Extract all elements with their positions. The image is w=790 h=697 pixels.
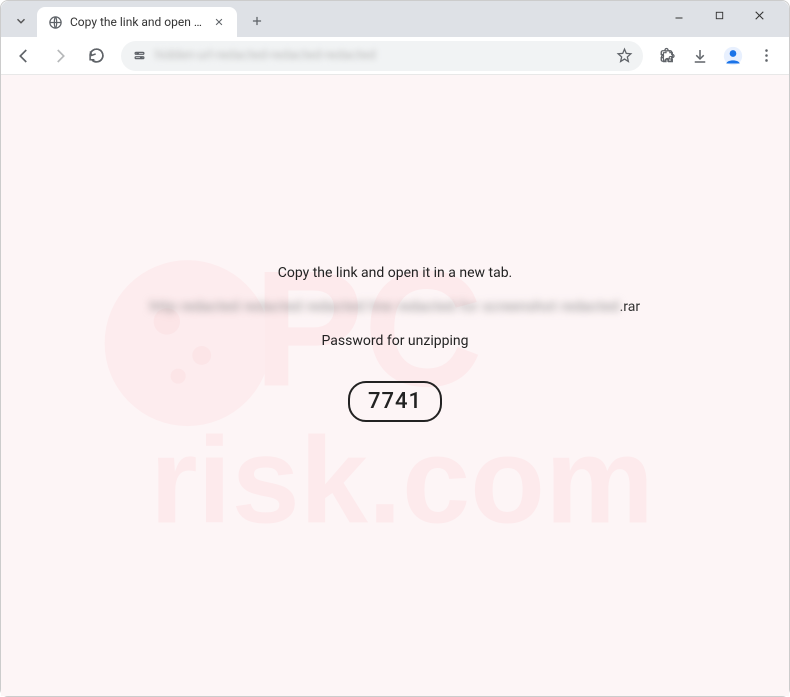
url-text: hidden-url-redacted-redacted-redacted: [155, 48, 607, 63]
menu-button[interactable]: [755, 45, 777, 67]
reload-button[interactable]: [81, 41, 111, 71]
tab-search-dropdown[interactable]: [9, 11, 37, 37]
extensions-icon[interactable]: [657, 45, 679, 67]
watermark-bottom-text: risk.com: [150, 411, 654, 548]
instruction-text: Copy the link and open it in a new tab.: [278, 265, 513, 281]
browser-toolbar: hidden-url-redacted-redacted-redacted: [1, 37, 789, 75]
tab-title: Copy the link and open it in a n: [70, 15, 204, 29]
new-tab-button[interactable]: [243, 7, 271, 35]
password-value: 7741: [348, 381, 442, 422]
close-icon[interactable]: [211, 14, 227, 30]
close-window-button[interactable]: [745, 1, 773, 29]
address-bar[interactable]: hidden-url-redacted-redacted-redacted: [121, 41, 643, 71]
site-settings-icon[interactable]: [131, 48, 147, 64]
window-controls: [665, 1, 781, 37]
browser-window: Copy the link and open it in a n: [0, 0, 790, 697]
globe-icon: [47, 14, 63, 30]
password-label: Password for unzipping: [322, 333, 469, 349]
back-button[interactable]: [9, 41, 39, 71]
browser-tab[interactable]: Copy the link and open it in a n: [37, 7, 237, 37]
bookmark-star-icon[interactable]: [615, 47, 633, 65]
page-content-area: PC risk.com Copy the link and open it in…: [1, 75, 789, 696]
chevron-down-icon: [11, 11, 31, 31]
download-link-line: http redacted redacted redacted line red…: [150, 299, 640, 315]
download-link-blurred: http redacted redacted redacted line red…: [150, 299, 620, 315]
maximize-button[interactable]: [705, 1, 733, 29]
downloads-icon[interactable]: [689, 45, 711, 67]
titlebar: Copy the link and open it in a n: [1, 1, 789, 37]
download-link-suffix: .rar: [620, 299, 641, 315]
minimize-button[interactable]: [665, 1, 693, 29]
profile-avatar[interactable]: [721, 44, 745, 68]
forward-button[interactable]: [45, 41, 75, 71]
